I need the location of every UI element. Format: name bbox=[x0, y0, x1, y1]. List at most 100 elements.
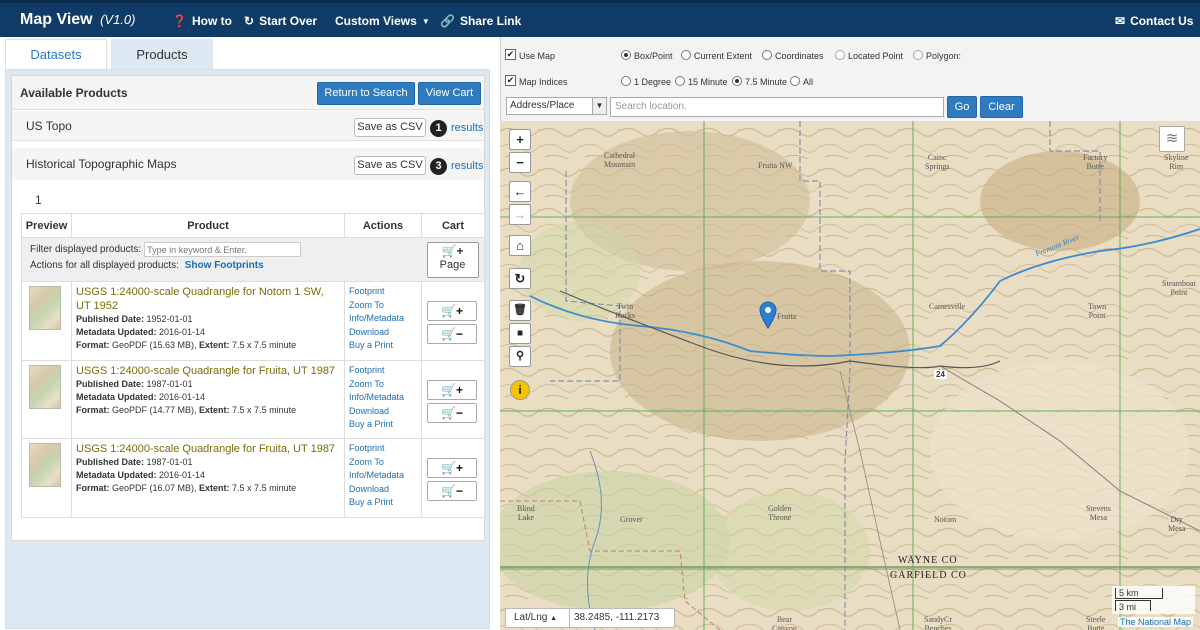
footprint-link[interactable]: Footprint bbox=[349, 364, 417, 378]
radio-polygon[interactable] bbox=[913, 50, 923, 60]
radio-15-minute[interactable] bbox=[675, 76, 685, 86]
download-link[interactable]: Download bbox=[349, 326, 417, 340]
published-date: Published Date: 1952-01-01 bbox=[76, 314, 193, 324]
radio-current-extent[interactable] bbox=[681, 50, 691, 60]
go-button[interactable]: Go bbox=[947, 96, 977, 118]
product-title[interactable]: USGS 1:24000-scale Quadrangle for Fruita… bbox=[76, 364, 340, 378]
info-metadata-link[interactable]: Info/Metadata bbox=[349, 469, 417, 483]
info-metadata-link[interactable]: Info/Metadata bbox=[349, 391, 417, 405]
layers-icon[interactable]: ≋ bbox=[1159, 126, 1185, 152]
show-footprints-link[interactable]: Show Footprints bbox=[185, 260, 264, 271]
buy-a-print-link[interactable]: Buy a Print bbox=[349, 418, 417, 432]
product-title[interactable]: USGS 1:24000-scale Quadrangle for Notom … bbox=[76, 285, 340, 313]
results-link[interactable]: results bbox=[451, 160, 483, 172]
footprint-link[interactable]: Footprint bbox=[349, 442, 417, 456]
radio-box-point[interactable] bbox=[621, 50, 631, 60]
buy-a-print-link[interactable]: Buy a Print bbox=[349, 496, 417, 510]
results-link[interactable]: results bbox=[451, 122, 483, 134]
info-metadata-link[interactable]: Info/Metadata bbox=[349, 312, 417, 326]
radio-label: Current Extent bbox=[694, 51, 753, 61]
place-label: Fruita NW bbox=[758, 161, 793, 170]
published-date: Published Date: 1987-01-01 bbox=[76, 457, 193, 467]
zoom-to-link[interactable]: Zoom To bbox=[349, 299, 417, 313]
custom-views-dropdown[interactable]: Custom Views ▼ bbox=[335, 14, 430, 28]
place-label: Stevens Mesa bbox=[1086, 504, 1111, 522]
section-historical-topo[interactable]: Historical Topographic Maps Save as CSV … bbox=[12, 148, 484, 180]
add-to-cart-button[interactable]: 🛒+ bbox=[427, 380, 477, 400]
remove-from-cart-button[interactable]: 🛒− bbox=[427, 481, 477, 501]
tab-datasets[interactable]: Datasets bbox=[5, 39, 107, 69]
return-to-search-button[interactable]: Return to Search bbox=[317, 82, 415, 105]
use-map-checkbox[interactable]: ✔ bbox=[505, 49, 516, 60]
coord-value: 38.2485, -111.2173 bbox=[574, 612, 660, 623]
section-us-topo[interactable]: US Topo Save as CSV 1 results bbox=[12, 111, 484, 141]
radio-coordinates[interactable] bbox=[762, 50, 772, 60]
section-title: US Topo bbox=[26, 119, 72, 133]
coord-system-toggle[interactable]: Lat/Lng ▲ bbox=[506, 609, 570, 627]
remove-from-cart-button[interactable]: 🛒− bbox=[427, 403, 477, 423]
use-map-label: Use Map bbox=[519, 51, 556, 61]
map-thumbnail[interactable] bbox=[29, 286, 61, 330]
radio-1-degree[interactable] bbox=[621, 76, 631, 86]
save-as-csv-button[interactable]: Save as CSV bbox=[354, 156, 426, 175]
place-label: Fruita bbox=[777, 312, 797, 321]
download-link[interactable]: Download bbox=[349, 483, 417, 497]
zoom-to-link[interactable]: Zoom To bbox=[349, 456, 417, 470]
radio-all[interactable] bbox=[790, 76, 800, 86]
tab-products[interactable]: Products bbox=[111, 39, 213, 69]
app-title[interactable]: Map View (V1.0) bbox=[20, 11, 135, 29]
info-icon[interactable]: i bbox=[510, 380, 530, 400]
add-page-to-cart-button[interactable]: 🛒+ Page bbox=[426, 242, 479, 278]
products-table: Preview Product Actions Cart Filter disp… bbox=[21, 213, 485, 518]
radio-located-point[interactable] bbox=[835, 50, 845, 60]
place-label: Twin Rocks bbox=[615, 302, 635, 320]
location-marker-icon[interactable] bbox=[759, 301, 777, 329]
table-header-row: Preview Product Actions Cart bbox=[21, 213, 485, 238]
add-to-cart-button[interactable]: 🛒+ bbox=[427, 301, 477, 321]
place-label: Cainesville bbox=[929, 302, 965, 311]
home-icon[interactable]: ⌂ bbox=[509, 235, 531, 256]
product-title[interactable]: USGS 1:24000-scale Quadrangle for Fruita… bbox=[76, 442, 340, 456]
panel-tabs: Datasets Products bbox=[5, 39, 217, 69]
highway-shield: 24 bbox=[934, 370, 947, 379]
radio-7-5-minute[interactable] bbox=[732, 76, 742, 86]
topographic-basemap bbox=[500, 121, 1200, 630]
forward-arrow-icon[interactable]: → bbox=[509, 204, 531, 225]
map-indices-checkbox[interactable]: ✔ bbox=[505, 75, 516, 86]
footprint-link[interactable]: Footprint bbox=[349, 285, 417, 299]
location-search-input[interactable]: Search location. bbox=[610, 97, 944, 117]
share-link[interactable]: 🔗 Share Link bbox=[440, 14, 521, 28]
table-row: USGS 1:24000-scale Quadrangle for Fruita… bbox=[21, 438, 485, 518]
format-extent: Format: GeoPDF (15.63 MB), Extent: 7.5 x… bbox=[76, 340, 297, 350]
save-as-csv-button[interactable]: Save as CSV bbox=[354, 118, 426, 137]
trash-icon[interactable]: 🗑 bbox=[509, 300, 531, 321]
attribution-link[interactable]: The National Map bbox=[1118, 617, 1194, 627]
table-row: USGS 1:24000-scale Quadrangle for Notom … bbox=[21, 281, 485, 361]
map-thumbnail[interactable] bbox=[29, 443, 61, 487]
square-icon[interactable]: ■ bbox=[509, 323, 531, 344]
refresh-icon[interactable]: ↻ bbox=[509, 268, 531, 289]
caret-down-icon: ▼ bbox=[592, 98, 606, 114]
add-to-cart-button[interactable]: 🛒+ bbox=[427, 458, 477, 478]
contact-us-link[interactable]: ✉ Contact Us bbox=[1115, 14, 1193, 28]
back-arrow-icon[interactable]: ← bbox=[509, 181, 531, 202]
filter-input[interactable] bbox=[144, 242, 302, 257]
products-panel: Available Products Return to Search View… bbox=[5, 69, 490, 629]
start-over-link[interactable]: ↻ Start Over bbox=[244, 14, 317, 28]
download-link[interactable]: Download bbox=[349, 405, 417, 419]
remove-from-cart-button[interactable]: 🛒− bbox=[427, 324, 477, 344]
zoom-out-button[interactable]: − bbox=[509, 152, 531, 173]
map-canvas[interactable]: Cathedral Mountain Fruita NW Cainc Sprin… bbox=[500, 121, 1200, 630]
map-thumbnail[interactable] bbox=[29, 365, 61, 409]
location-type-select[interactable]: Address/Place ▼ bbox=[506, 97, 607, 115]
zoom-in-button[interactable]: + bbox=[509, 129, 531, 150]
zoom-to-link[interactable]: Zoom To bbox=[349, 378, 417, 392]
page-number[interactable]: 1 bbox=[35, 193, 42, 207]
map-pin-icon[interactable]: ⚲ bbox=[509, 346, 531, 367]
clear-button[interactable]: Clear bbox=[980, 96, 1023, 118]
view-cart-button[interactable]: View Cart bbox=[418, 82, 481, 105]
format-extent: Format: GeoPDF (16.07 MB), Extent: 7.5 x… bbox=[76, 483, 297, 493]
how-to-link[interactable]: ❓ How to bbox=[172, 14, 232, 28]
col-actions: Actions bbox=[344, 213, 422, 238]
buy-a-print-link[interactable]: Buy a Print bbox=[349, 339, 417, 353]
